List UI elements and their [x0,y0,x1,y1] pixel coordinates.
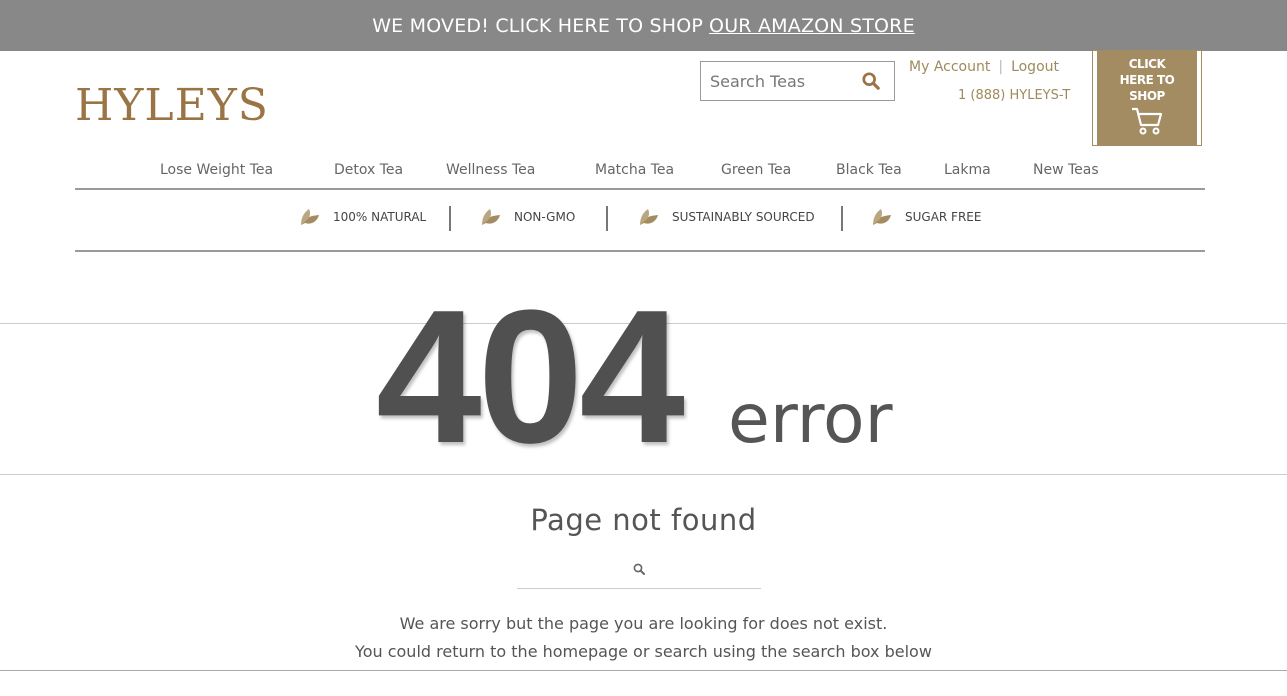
feature-sugar-free: SUGAR FREE [871,207,981,227]
divider [0,670,1287,671]
leaf-icon [301,209,319,225]
error-code: 404 [376,271,685,483]
feature-label: SUSTAINABLY SOURCED [672,210,815,224]
my-account-link[interactable]: My Account [909,59,990,75]
feature-label: SUGAR FREE [905,210,982,224]
leaf-icon [640,209,658,225]
nav-item-detox-tea[interactable]: Detox Tea [334,162,403,178]
nav-item-lakma[interactable]: Lakma [944,162,991,178]
shop-badge-button[interactable]: CLICK HERE TO SHOP [1092,50,1202,146]
error-message: You could return to the homepage or sear… [355,642,932,661]
error-message: We are sorry but the page you are lookin… [399,614,888,633]
feature-label: NON-GMO [514,210,576,224]
nav-item-lose-weight-tea[interactable]: Lose Weight Tea [160,162,273,178]
shop-badge-line: CLICK [1128,57,1166,71]
divider [606,206,608,231]
nav-item-black-tea[interactable]: Black Tea [836,162,902,178]
account-links: My Account | Logout [909,59,1059,75]
nav-item-wellness-tea[interactable]: Wellness Tea [446,162,535,178]
search-input[interactable] [701,71,851,91]
nav-item-new-teas[interactable]: New Teas [1033,162,1099,178]
search-icon[interactable] [633,563,645,575]
logout-link[interactable]: Logout [1011,59,1059,75]
header-search [700,61,895,101]
shop-badge-line: HERE TO [1119,73,1175,87]
main-nav: Lose Weight Tea Detox Tea Wellness Tea M… [75,158,1205,190]
feature-natural: 100% NATURAL [299,207,426,227]
divider [0,474,1287,475]
divider: | [998,59,1004,75]
shop-badge-line: SHOP [1129,89,1165,103]
divider [449,206,451,231]
cart-icon [1132,107,1163,135]
leaf-icon [482,209,500,225]
page-search-input[interactable] [517,556,717,586]
feature-label: 100% NATURAL [333,210,427,224]
page-title: Page not found [530,503,757,537]
error-word: error [728,380,893,459]
logo[interactable]: HYLEYS [75,80,269,131]
page-search [517,556,761,589]
banner-text: WE MOVED! CLICK HERE TO SHOP [372,14,704,37]
search-icon[interactable] [862,72,880,90]
leaf-icon [873,209,891,225]
phone-number[interactable]: 1 (888) HYLEYS-T [958,88,1070,103]
divider [841,206,843,231]
feature-sustainably-sourced: SUSTAINABLY SOURCED [638,207,815,227]
feature-non-gmo: NON-GMO [480,207,575,227]
amazon-store-link[interactable]: OUR AMAZON STORE [709,15,915,37]
nav-item-green-tea[interactable]: Green Tea [721,162,791,178]
feature-strip: 100% NATURAL NON-GMO SUSTAINABLY SOURCED… [75,190,1205,252]
top-banner[interactable]: WE MOVED! CLICK HERE TO SHOP OUR AMAZON … [0,0,1287,51]
nav-item-matcha-tea[interactable]: Matcha Tea [595,162,674,178]
